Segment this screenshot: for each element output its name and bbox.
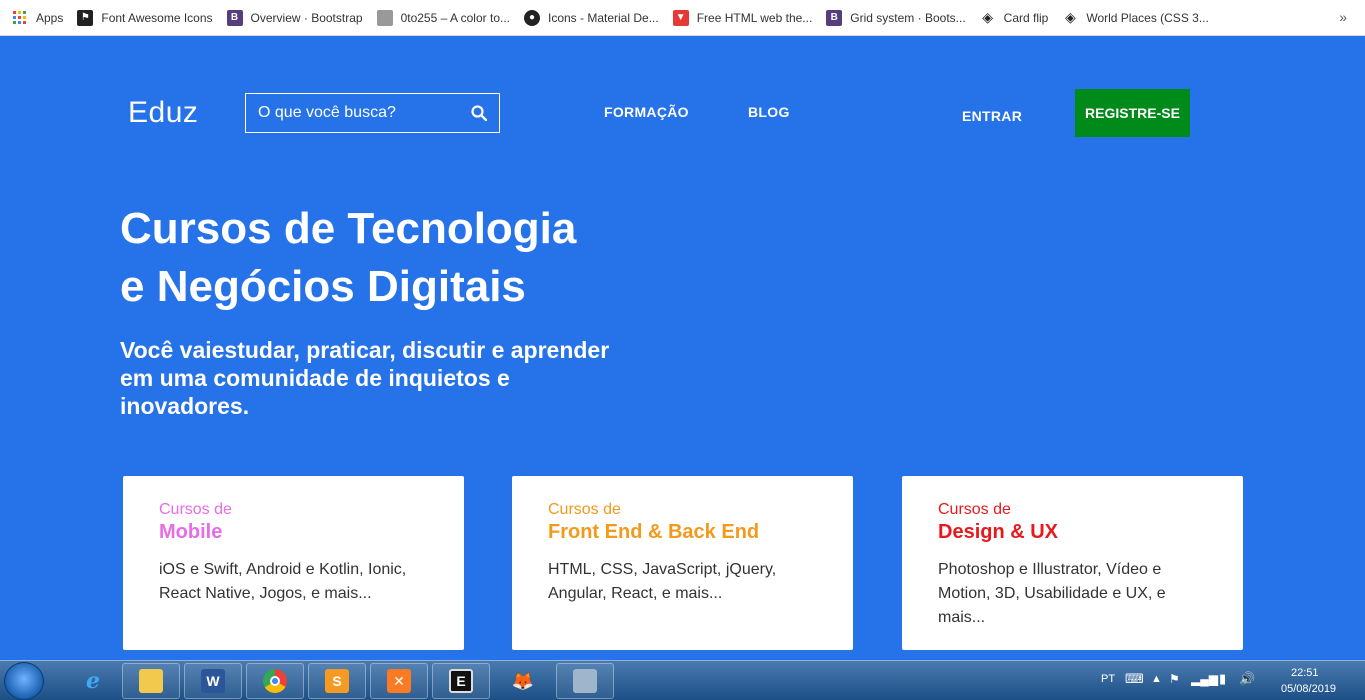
bookmark-world-places[interactable]: ◈ World Places (CSS 3... <box>1062 9 1209 26</box>
hero-title-line: e Negócios Digitais <box>120 262 526 311</box>
bookmark-label: World Places (CSS 3... <box>1086 10 1209 25</box>
bookmark-font-awesome[interactable]: ⚑ Font Awesome Icons <box>77 9 213 26</box>
flag-icon: ⚑ <box>77 9 94 26</box>
card-pretitle: Cursos de <box>159 501 232 518</box>
bookmark-apps[interactable]: Apps <box>12 10 63 26</box>
bookmark-card-flip[interactable]: ◈ Card flip <box>980 9 1049 26</box>
system-tray: PT ⌨ ▲ ⚑ ▂▄▆ ▮ 🔊 22:51 05/08/2019 <box>1095 661 1365 700</box>
nav-blog[interactable]: BLOG <box>748 104 790 120</box>
xampp-taskbar-button[interactable]: ✕ <box>370 663 428 699</box>
start-button[interactable] <box>4 662 44 700</box>
card-title: Design & UX <box>938 521 1059 543</box>
gimp-icon: 🦊 <box>511 670 535 691</box>
bookmark-free-html[interactable]: ▼ Free HTML web the... <box>672 9 813 26</box>
language-indicator[interactable]: PT <box>1101 673 1115 685</box>
window-taskbar-button[interactable] <box>556 663 614 699</box>
apps-grid-icon <box>12 10 28 26</box>
bookmark-label: Grid system · Boots... <box>850 10 966 25</box>
site-logo[interactable]: Eduz <box>128 96 198 130</box>
codepen-icon: ◈ <box>1064 9 1076 25</box>
sublime-icon: S <box>325 669 349 693</box>
card-title: Front End & Back End <box>548 521 760 543</box>
clock-date[interactable]: 05/08/2019 <box>1281 683 1336 695</box>
window-icon <box>573 669 597 693</box>
show-hidden-icons-icon[interactable]: ▲ <box>1151 673 1162 685</box>
course-card-design-ux[interactable]: Cursos de Design & UX Photoshop e Illust… <box>902 476 1243 650</box>
folder-icon <box>139 669 163 693</box>
hero-title: Cursos de Tecnologia e Negócios Digitais <box>120 200 640 316</box>
nav-formacao[interactable]: FORMAÇÃO <box>604 104 689 120</box>
chrome-icon <box>263 669 287 693</box>
register-button[interactable]: REGISTRE-SE <box>1075 89 1190 137</box>
bookmark-grid-system[interactable]: B Grid system · Boots... <box>826 9 966 26</box>
hero-title-line: Cursos de Tecnologia <box>120 204 577 253</box>
internet-explorer-icon: ℯ <box>86 668 100 693</box>
xampp-icon: ✕ <box>387 669 411 693</box>
gimp-taskbar-button[interactable]: 🦊 <box>494 663 552 699</box>
keyboard-icon[interactable]: ⌨ <box>1125 671 1144 687</box>
network-icon[interactable]: ▂▄▆ <box>1191 672 1218 686</box>
bookmark-label: Overview · Bootstrap <box>250 10 363 25</box>
explorer-taskbar-button[interactable] <box>122 663 180 699</box>
bookmark-label: Icons - Material De... <box>548 10 659 25</box>
page-icon <box>376 9 393 26</box>
bookmark-label: Free HTML web the... <box>696 10 813 25</box>
search-box[interactable] <box>245 93 500 133</box>
search-icon[interactable] <box>471 105 487 121</box>
card-pretitle: Cursos de <box>548 501 621 518</box>
windows-taskbar: ℯ W S ✕ E 🦊 PT ⌨ ▲ ⚑ ▂▄▆ ▮ 🔊 22:51 05/08… <box>0 660 1365 700</box>
ie-taskbar-button[interactable]: ℯ <box>64 663 122 699</box>
hero-subtitle: Você vaiestudar, praticar, discutir e ap… <box>120 337 610 419</box>
card-pretitle: Cursos de <box>938 501 1011 518</box>
bootstrap-icon: B <box>826 9 843 26</box>
action-center-icon[interactable]: ⚑ <box>1169 672 1180 686</box>
card-description: Photoshop e Illustrator, Vídeo e Motion,… <box>938 561 1166 626</box>
bookmarks-bar: Apps ⚑ Font Awesome Icons B Overview · B… <box>0 0 1365 36</box>
volume-icon[interactable]: 🔊 <box>1239 671 1255 687</box>
bookmark-0to255[interactable]: 0to255 – A color to... <box>376 9 510 26</box>
bookmark-label: Card flip <box>1003 10 1049 25</box>
power-icon[interactable]: ▮ <box>1219 671 1226 687</box>
card-description: HTML, CSS, JavaScript, jQuery, Angular, … <box>548 561 777 602</box>
more-bookmarks-button[interactable]: » <box>1339 9 1347 25</box>
word-taskbar-button[interactable]: W <box>184 663 242 699</box>
nav-entrar[interactable]: ENTRAR <box>962 108 1022 124</box>
course-card-frontend-backend[interactable]: Cursos de Front End & Back End HTML, CSS… <box>512 476 853 650</box>
clock-time[interactable]: 22:51 <box>1291 667 1319 679</box>
chrome-taskbar-button[interactable] <box>246 663 304 699</box>
bookmark-label: Apps <box>36 10 64 25</box>
codepen-icon: ◈ <box>982 9 994 25</box>
bootstrap-icon: B <box>226 9 243 26</box>
bookmark-label: Font Awesome Icons <box>101 10 213 25</box>
chrome-center-icon <box>270 676 280 686</box>
search-input[interactable] <box>258 104 458 122</box>
github-icon: ● <box>524 9 540 26</box>
bookmark-label: 0to255 – A color to... <box>400 10 510 25</box>
terminal-icon: E <box>449 669 473 693</box>
sublime-taskbar-button[interactable]: S <box>308 663 366 699</box>
card-description: iOS e Swift, Android e Kotlin, Ionic, Re… <box>159 561 407 602</box>
bookmark-bootstrap-overview[interactable]: B Overview · Bootstrap <box>226 9 363 26</box>
course-card-mobile[interactable]: Cursos de Mobile iOS e Swift, Android e … <box>123 476 464 650</box>
bookmark-material-icons[interactable]: ● Icons - Material De... <box>524 9 659 26</box>
card-title: Mobile <box>159 521 223 543</box>
terminal-taskbar-button[interactable]: E <box>432 663 490 699</box>
page-content: Eduz FORMAÇÃO BLOG ENTRAR REGISTRE-SE Cu… <box>0 36 1365 660</box>
word-icon: W <box>201 669 225 693</box>
template-icon: ▼ <box>672 9 689 26</box>
